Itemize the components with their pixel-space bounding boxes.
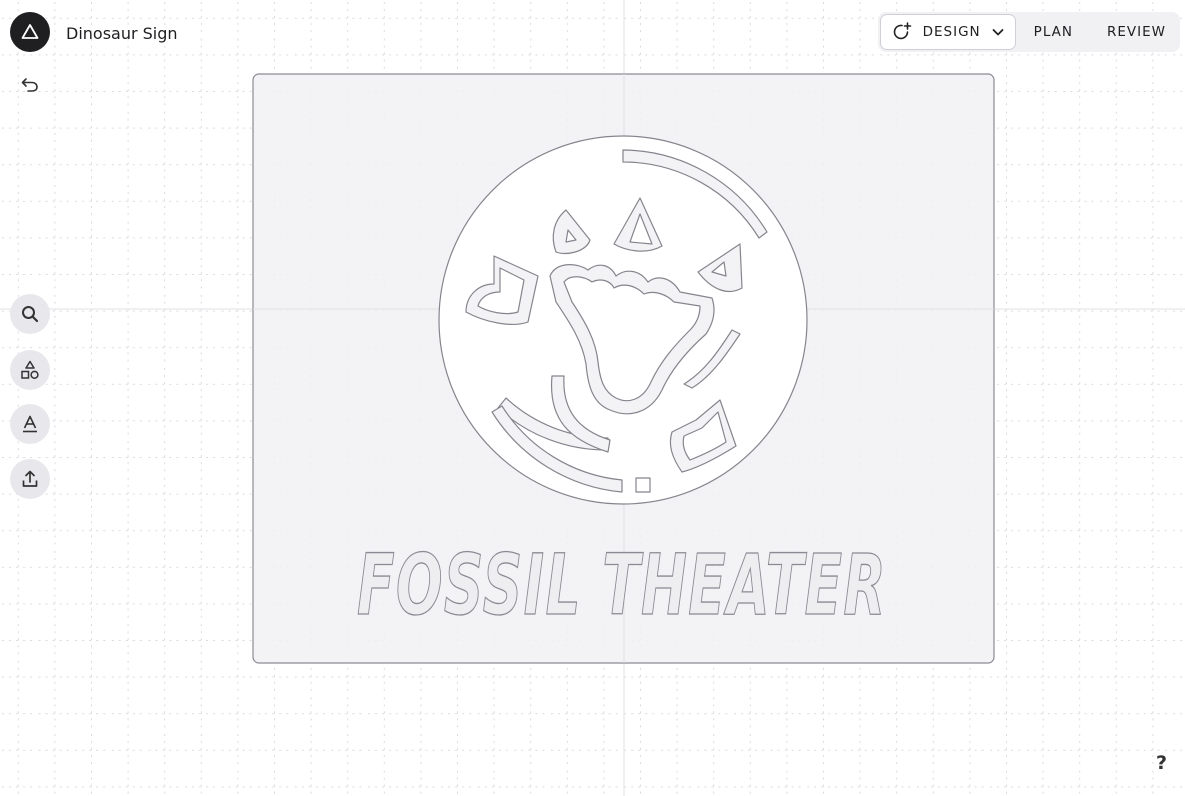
- tab-review[interactable]: REVIEW: [1091, 14, 1178, 50]
- undo-icon: [21, 78, 38, 92]
- undo-button[interactable]: [16, 70, 44, 98]
- tab-plan[interactable]: PLAN: [1016, 14, 1091, 50]
- help-button[interactable]: ?: [1156, 752, 1167, 774]
- sign-board[interactable]: [252, 73, 995, 664]
- upload-tool-button[interactable]: [10, 459, 50, 499]
- text-icon: [23, 415, 37, 433]
- design-mode-button[interactable]: DESIGN: [879, 14, 1016, 50]
- shapes-icon: [21, 360, 39, 379]
- review-tab-label: REVIEW: [1106, 24, 1166, 40]
- app-logo-button[interactable]: [10, 12, 50, 52]
- text-tool-button[interactable]: [10, 404, 50, 444]
- search-icon: [22, 306, 39, 323]
- plan-tab-label: PLAN: [1033, 24, 1073, 40]
- upload-icon: [22, 470, 38, 487]
- project-title[interactable]: Dinosaur Sign: [66, 24, 178, 43]
- chevron-down-icon: [992, 29, 1004, 36]
- mode-switcher: DESIGN PLAN REVIEW: [877, 12, 1180, 52]
- triangle-logo-icon: [21, 24, 39, 39]
- refresh-plus-icon: [893, 22, 911, 40]
- search-tool-button[interactable]: [10, 294, 50, 334]
- design-mode-label: DESIGN: [922, 24, 981, 40]
- shapes-tool-button[interactable]: [10, 350, 50, 390]
